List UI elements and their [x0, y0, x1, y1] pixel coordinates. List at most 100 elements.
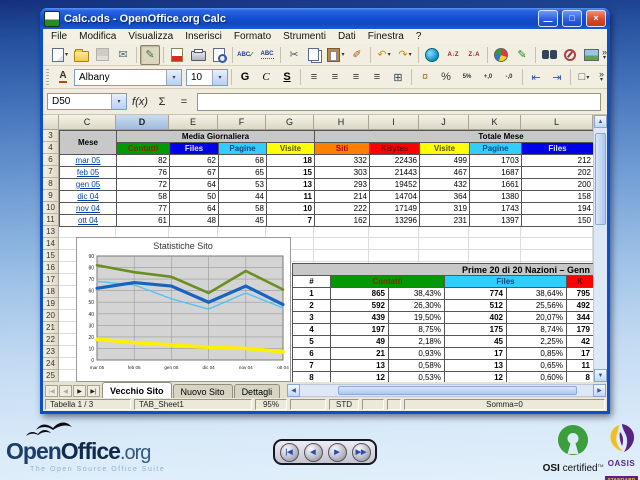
print-file-button[interactable] [188, 45, 208, 65]
redo-button[interactable]: ↷▾ [395, 45, 415, 65]
show-draw-functions-button[interactable]: ✎ [512, 45, 532, 65]
spellcheck-button[interactable]: ABC✓ [236, 45, 256, 65]
menu-help[interactable]: ? [410, 30, 428, 43]
copy-button[interactable] [305, 45, 325, 65]
row-header-11[interactable]: 11 [43, 214, 59, 226]
month-link-feb-05[interactable]: feb 05 [60, 167, 117, 179]
nations-cell-r2-c5[interactable]: 344 [567, 312, 593, 324]
row-header-23[interactable]: 23 [43, 346, 59, 358]
chevron-down-icon[interactable]: ▾ [111, 94, 126, 109]
nations-cell-r0-c5[interactable]: 795 [567, 288, 593, 300]
align-left-button[interactable]: ≡ [304, 67, 324, 87]
stats-cell-r0-c2[interactable]: 68 [219, 155, 267, 167]
stats-cell-r2-c2[interactable]: 53 [219, 179, 267, 191]
sort-descending-button[interactable]: Z↓A [464, 45, 484, 65]
nations-cell-r6-c4[interactable]: 0,65% [507, 360, 567, 372]
sheet-tab-nuovo-sito[interactable]: Nuovo Sito [173, 384, 233, 398]
next-sheet-button[interactable]: ▶ [73, 385, 86, 397]
function-wizard-button[interactable]: f(x) [131, 94, 149, 110]
stats-col-header-visite-6[interactable]: Visite [420, 143, 470, 155]
stats-cell-r4-c0[interactable]: 77 [117, 203, 170, 215]
row-header-7[interactable]: 7 [43, 166, 59, 178]
stats-group-media-giornaliera[interactable]: Media Giornaliera [117, 131, 315, 143]
nations-cell-r7-c1[interactable]: 12 [331, 372, 389, 382]
nations-cell-r1-c4[interactable]: 25,56% [507, 300, 567, 312]
nations-cell-r1-c0[interactable]: 2 [293, 300, 331, 312]
bold-button[interactable]: G [235, 67, 255, 87]
menu-strumenti[interactable]: Strumenti [277, 30, 332, 43]
stats-cell-r0-c5[interactable]: 22436 [370, 155, 420, 167]
stats-cell-r2-c3[interactable]: 13 [267, 179, 315, 191]
nav-previous-button[interactable]: ◀ [304, 443, 323, 462]
row-header-20[interactable]: 20 [43, 310, 59, 322]
nav-first-button[interactable]: |◀ [280, 443, 299, 462]
stats-cell-r0-c0[interactable]: 82 [117, 155, 170, 167]
row-header-21[interactable]: 21 [43, 322, 59, 334]
add-decimal-place-button[interactable]: +,0 [478, 67, 498, 87]
stats-col-header-kbytes-5[interactable]: KBytes [370, 143, 420, 155]
stats-cell-r1-c1[interactable]: 67 [170, 167, 219, 179]
nations-cell-r3-c2[interactable]: 8,75% [389, 324, 445, 336]
stats-cell-r1-c6[interactable]: 467 [420, 167, 470, 179]
number-format-currency-button[interactable]: ¤ [415, 67, 435, 87]
column-header-H[interactable]: H [314, 115, 369, 130]
nations-cell-r4-c2[interactable]: 2,18% [389, 336, 445, 348]
autospellcheck-button[interactable]: ABC [257, 45, 277, 65]
chevron-down-icon[interactable]: ▾ [212, 70, 227, 85]
stats-cell-r2-c1[interactable]: 64 [170, 179, 219, 191]
stats-cell-r5-c8[interactable]: 150 [522, 215, 593, 227]
align-center-button[interactable]: ≡ [325, 67, 345, 87]
stats-cell-r2-c0[interactable]: 72 [117, 179, 170, 191]
stats-col-header-contatti-0[interactable]: Contatti [117, 143, 170, 155]
row-header-4[interactable]: 4 [43, 142, 59, 154]
stats-cell-r3-c8[interactable]: 158 [522, 191, 593, 203]
scroll-left-icon[interactable]: ◀ [287, 384, 300, 397]
row-header-15[interactable]: 15 [43, 250, 59, 262]
nav-next-button[interactable]: ▶ [328, 443, 347, 462]
month-link-dic-04[interactable]: dic 04 [60, 191, 117, 203]
stats-cell-r1-c5[interactable]: 21443 [370, 167, 420, 179]
menu-finestra[interactable]: Finestra [362, 30, 410, 43]
paste-dropdown-icon[interactable]: ▾ [341, 51, 344, 58]
stats-col-header-visite-3[interactable]: Visite [267, 143, 315, 155]
number-format-percent-button[interactable]: % [436, 67, 456, 87]
font-size-combo[interactable]: 10▾ [186, 69, 228, 86]
previous-sheet-button[interactable]: ◀ [59, 385, 72, 397]
stats-cell-r2-c4[interactable]: 293 [315, 179, 370, 191]
undo-dropdown-icon[interactable]: ▾ [388, 51, 391, 58]
stats-col-header-files-1[interactable]: Files [170, 143, 219, 155]
chevron-down-icon[interactable]: ▾ [166, 70, 181, 85]
row-header-10[interactable]: 10 [43, 202, 59, 214]
stats-cell-r3-c2[interactable]: 44 [219, 191, 267, 203]
maximize-button[interactable]: □ [562, 10, 582, 27]
stats-cell-r3-c3[interactable]: 11 [267, 191, 315, 203]
nations-cell-r3-c3[interactable]: 175 [445, 324, 507, 336]
row-header-13[interactable]: 13 [43, 226, 59, 238]
nations-cell-r3-c0[interactable]: 4 [293, 324, 331, 336]
stats-cell-r2-c7[interactable]: 1661 [470, 179, 522, 191]
menu-file[interactable]: File [45, 30, 73, 43]
stats-cell-r5-c5[interactable]: 13296 [370, 215, 420, 227]
stats-corner-mese[interactable]: Mese [60, 131, 117, 155]
stats-cell-r0-c6[interactable]: 499 [420, 155, 470, 167]
styles-and-formatting-button[interactable]: A [53, 67, 73, 87]
nations-cell-r2-c2[interactable]: 19,50% [389, 312, 445, 324]
save-button[interactable] [92, 45, 112, 65]
stats-cell-r3-c7[interactable]: 1380 [470, 191, 522, 203]
column-header-G[interactable]: G [266, 115, 314, 130]
font-name-combo[interactable]: Albany▾ [74, 69, 182, 86]
increase-indent-button[interactable]: ⇥ [547, 67, 567, 87]
underline-button[interactable]: S [277, 67, 297, 87]
export-as-pdf-button[interactable] [167, 45, 187, 65]
nations-cell-r4-c5[interactable]: 42 [567, 336, 593, 348]
stats-col-header-pagine-2[interactable]: Pagine [219, 143, 267, 155]
month-link-ott-04[interactable]: ott 04 [60, 215, 117, 227]
stats-cell-r4-c6[interactable]: 319 [420, 203, 470, 215]
stats-cell-r0-c1[interactable]: 62 [170, 155, 219, 167]
cut-button[interactable]: ✂ [284, 45, 304, 65]
stats-cell-r0-c3[interactable]: 18 [267, 155, 315, 167]
stats-cell-r5-c6[interactable]: 231 [420, 215, 470, 227]
stats-cell-r2-c8[interactable]: 200 [522, 179, 593, 191]
nations-rank-header[interactable]: # [293, 276, 331, 288]
stats-cell-r3-c1[interactable]: 50 [170, 191, 219, 203]
